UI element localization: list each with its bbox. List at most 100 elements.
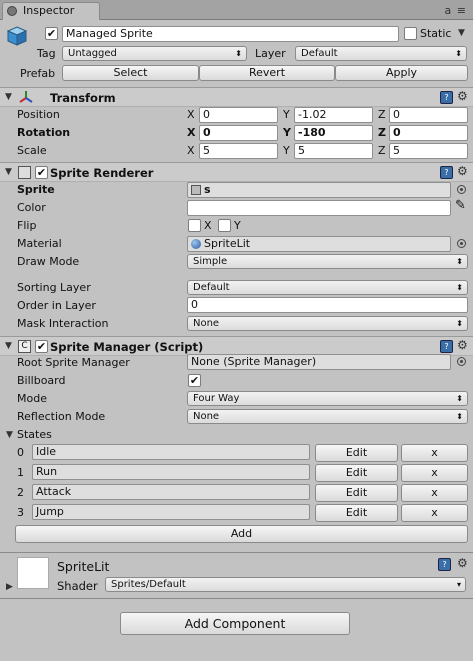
- scale-z-field[interactable]: 5: [389, 143, 468, 159]
- dropdown-arrow-icon: ⬍: [235, 49, 242, 58]
- sprite-field[interactable]: s: [187, 182, 451, 198]
- help-icon[interactable]: ?: [440, 91, 453, 104]
- transform-header[interactable]: ▼ Transform ? ⚙: [0, 87, 473, 107]
- divider: [0, 552, 473, 553]
- shader-dropdown[interactable]: Sprites/Default ▾: [105, 577, 466, 592]
- states-foldout-icon[interactable]: ▼: [6, 430, 13, 440]
- state-edit-button[interactable]: Edit: [315, 444, 398, 462]
- flip-x-checkbox[interactable]: [188, 219, 201, 232]
- state-remove-button[interactable]: x: [401, 464, 468, 482]
- tag-dropdown[interactable]: Untagged ⬍: [62, 46, 247, 61]
- color-field[interactable]: [187, 200, 451, 216]
- billboard-checkbox[interactable]: ✔: [188, 374, 201, 387]
- position-label: Position: [17, 108, 60, 121]
- sorting-layer-label: Sorting Layer: [17, 281, 91, 294]
- mode-dropdown[interactable]: Four Way ⬍: [187, 391, 468, 406]
- draw-mode-label: Draw Mode: [17, 255, 80, 268]
- mask-interaction-value: None: [193, 318, 220, 329]
- sorting-layer-value: Default: [193, 282, 230, 293]
- order-in-layer-label: Order in Layer: [17, 299, 96, 312]
- scale-x-field[interactable]: 5: [199, 143, 278, 159]
- position-y-field[interactable]: -1.02: [294, 107, 373, 123]
- state-remove-button[interactable]: x: [401, 484, 468, 502]
- gameobject-icon: [6, 25, 28, 47]
- prefab-revert-button[interactable]: Revert: [199, 65, 335, 81]
- script-icon: C: [18, 340, 31, 353]
- state-name-field[interactable]: Idle: [32, 444, 310, 460]
- tab-label: Inspector: [23, 4, 75, 17]
- foldout-open-icon[interactable]: ▼: [5, 341, 12, 351]
- object-picker-icon[interactable]: [457, 357, 466, 366]
- scale-y-field[interactable]: 5: [294, 143, 373, 159]
- root-sprite-manager-field[interactable]: None (Sprite Manager): [187, 354, 451, 370]
- material-field[interactable]: SpriteLit: [187, 236, 451, 252]
- material-label: Material: [17, 237, 62, 250]
- reflection-mode-dropdown[interactable]: None ⬍: [187, 409, 468, 424]
- shader-label: Shader: [57, 579, 98, 593]
- state-name-field[interactable]: Run: [32, 464, 310, 480]
- state-name-field[interactable]: Jump: [32, 504, 310, 520]
- rotation-z-field[interactable]: 0: [389, 125, 468, 141]
- tab-tools-icon[interactable]: a ≡: [445, 4, 467, 17]
- object-picker-icon[interactable]: [457, 239, 466, 248]
- state-index: 0: [17, 446, 24, 459]
- state-edit-button[interactable]: Edit: [315, 484, 398, 502]
- position-z-field[interactable]: 0: [389, 107, 468, 123]
- gear-icon[interactable]: ⚙: [457, 338, 468, 352]
- material-sphere-icon: [191, 239, 201, 249]
- state-name-field[interactable]: Attack: [32, 484, 310, 500]
- axis-x-label: X: [187, 144, 195, 157]
- foldout-open-icon[interactable]: ▼: [5, 92, 12, 102]
- rotation-x-field[interactable]: 0: [199, 125, 278, 141]
- tab-inspector[interactable]: Inspector: [2, 2, 100, 20]
- tag-value: Untagged: [68, 48, 117, 59]
- sprite-manager-header[interactable]: ▼ C ✔ Sprite Manager (Script) ? ⚙: [0, 336, 473, 356]
- draw-mode-value: Simple: [193, 256, 228, 267]
- sprite-renderer-enabled-checkbox[interactable]: ✔: [35, 166, 48, 179]
- layer-dropdown[interactable]: Default ⬍: [295, 46, 467, 61]
- gear-icon[interactable]: ⚙: [457, 89, 468, 103]
- mode-label: Mode: [17, 392, 47, 405]
- object-picker-icon[interactable]: [457, 185, 466, 194]
- foldout-open-icon[interactable]: ▼: [5, 167, 12, 177]
- static-dropdown-icon[interactable]: ▼: [458, 28, 465, 38]
- dropdown-arrow-icon: ⬍: [456, 394, 463, 403]
- rotation-y-field[interactable]: -180: [294, 125, 373, 141]
- prefab-apply-button[interactable]: Apply: [335, 65, 468, 81]
- sprite-manager-enabled-checkbox[interactable]: ✔: [35, 340, 48, 353]
- sorting-layer-dropdown[interactable]: Default ⬍: [187, 280, 468, 295]
- state-remove-button[interactable]: x: [401, 504, 468, 522]
- mode-value: Four Way: [193, 393, 240, 404]
- prefab-label: Prefab: [20, 67, 56, 80]
- name-field[interactable]: Managed Sprite: [62, 26, 399, 42]
- flip-y-label: Y: [234, 219, 241, 232]
- sprite-renderer-header[interactable]: ▼ ✔ Sprite Renderer ? ⚙: [0, 162, 473, 182]
- sprite-value: s: [204, 183, 211, 196]
- state-index: 1: [17, 466, 24, 479]
- state-edit-button[interactable]: Edit: [315, 464, 398, 482]
- help-icon[interactable]: ?: [440, 166, 453, 179]
- mask-interaction-dropdown[interactable]: None ⬍: [187, 316, 468, 331]
- material-foldout-icon[interactable]: ▶: [6, 582, 13, 592]
- active-checkbox[interactable]: ✔: [45, 27, 58, 40]
- states-label: States: [17, 428, 52, 441]
- state-edit-button[interactable]: Edit: [315, 504, 398, 522]
- axis-y-label: Y: [283, 126, 291, 139]
- order-in-layer-field[interactable]: 0: [187, 297, 468, 313]
- root-sprite-manager-label: Root Sprite Manager: [17, 356, 130, 369]
- add-state-button[interactable]: Add: [15, 525, 468, 543]
- gear-icon[interactable]: ⚙: [457, 164, 468, 178]
- eyedropper-icon[interactable]: ✎: [455, 198, 466, 213]
- draw-mode-dropdown[interactable]: Simple ⬍: [187, 254, 468, 269]
- state-index: 3: [17, 506, 24, 519]
- position-x-field[interactable]: 0: [199, 107, 278, 123]
- dropdown-arrow-icon: ⬍: [456, 257, 463, 266]
- prefab-select-button[interactable]: Select: [62, 65, 199, 81]
- help-icon[interactable]: ?: [440, 340, 453, 353]
- help-icon[interactable]: ?: [438, 558, 451, 571]
- static-checkbox[interactable]: [404, 27, 417, 40]
- add-component-button[interactable]: Add Component: [120, 612, 350, 635]
- state-remove-button[interactable]: x: [401, 444, 468, 462]
- gear-icon[interactable]: ⚙: [457, 556, 468, 570]
- flip-y-checkbox[interactable]: [218, 219, 231, 232]
